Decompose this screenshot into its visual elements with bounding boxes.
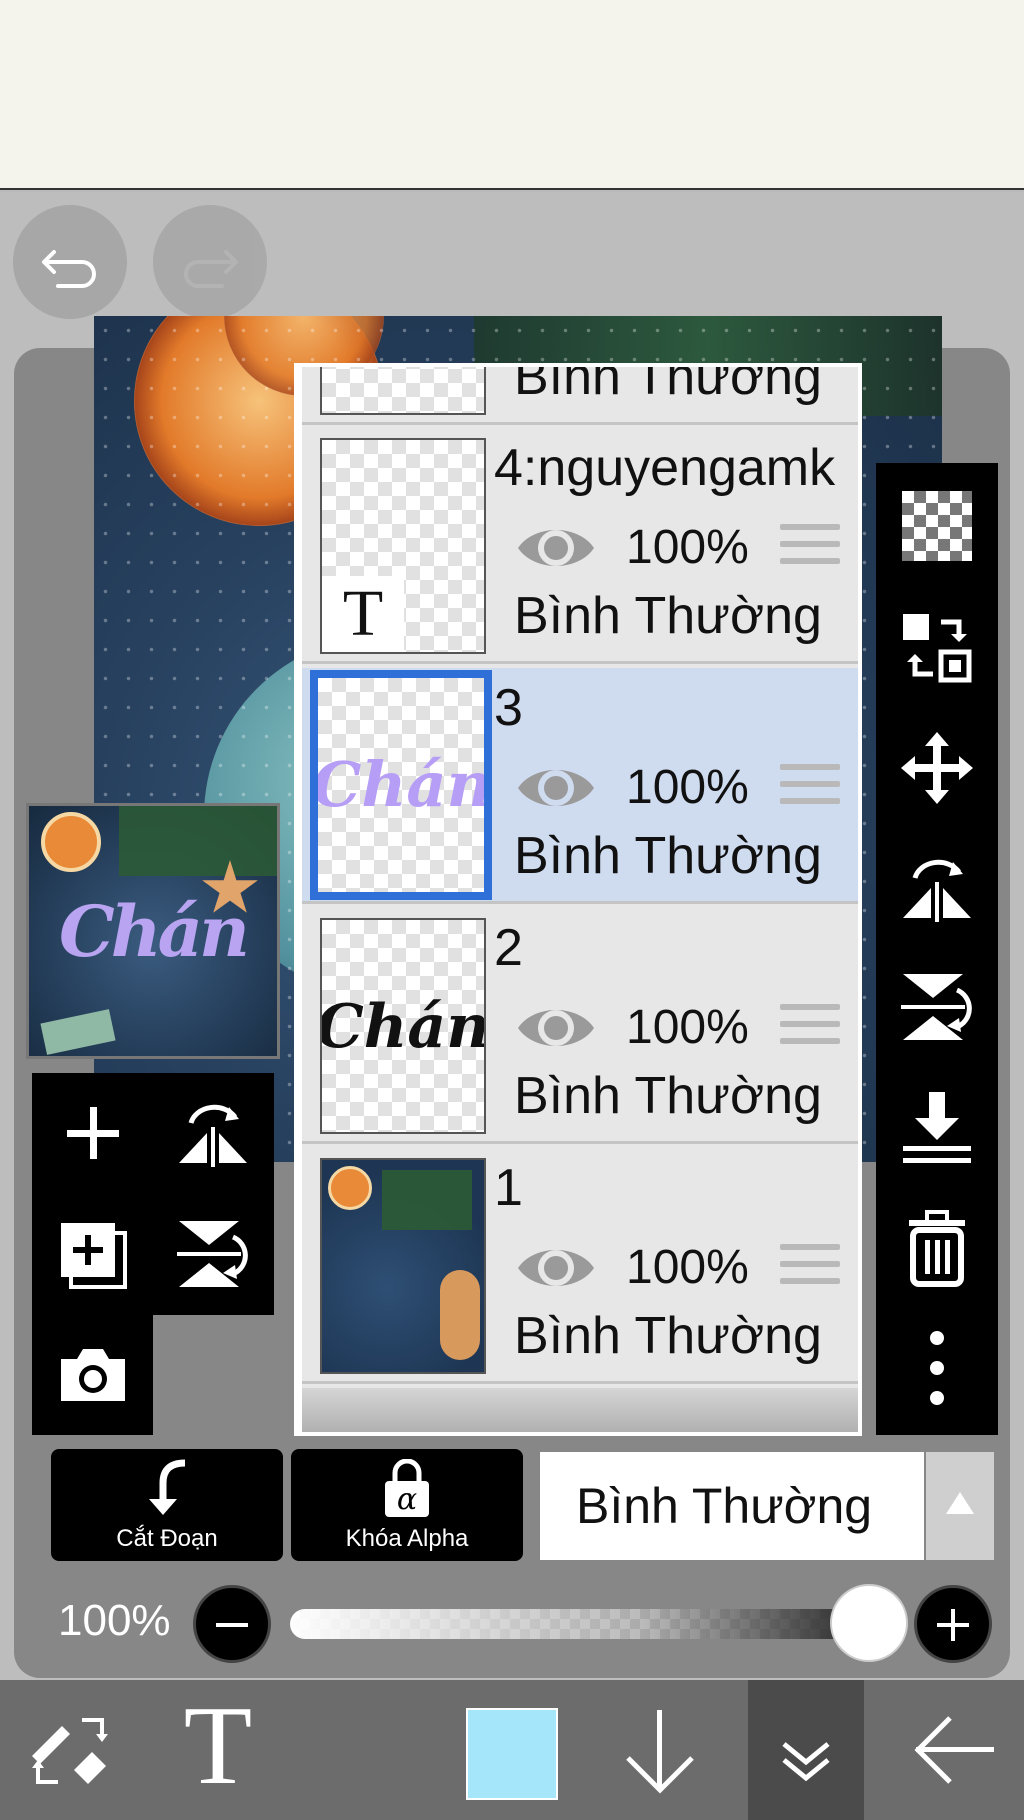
canvas-preview: Chán (26, 803, 280, 1059)
eye-icon[interactable] (514, 1240, 598, 1296)
triangle-up-icon (946, 1492, 974, 1514)
left-toolbar-camera (32, 1315, 153, 1435)
layer-opacity: 100% (626, 1241, 749, 1294)
transparency-checker-icon[interactable] (902, 491, 972, 561)
eye-icon[interactable] (514, 1000, 598, 1056)
arrow-down-icon[interactable] (608, 1698, 712, 1802)
text-layer-icon: T (322, 576, 404, 652)
layer-opacity: 100% (626, 761, 749, 814)
layer-blend-mode: Bình Thường (514, 363, 822, 406)
drag-handle-icon[interactable] (780, 764, 840, 812)
layer-row[interactable]: Bình Thường (302, 363, 858, 425)
back-arrow-icon[interactable] (900, 1698, 1004, 1802)
layer-blend-mode: Bình Thường (514, 1307, 822, 1365)
layers-menu-icon[interactable] (754, 1698, 858, 1802)
layer-row-selected[interactable]: Chán 3 100% Bình Thường (302, 668, 858, 904)
layer-thumbnail: Chán (310, 670, 492, 900)
thumb-script-text: Chán (312, 748, 492, 821)
layer-thumbnail (320, 1158, 486, 1374)
layer-thumbnail: Chán (320, 918, 486, 1134)
layer-thumbnail (320, 367, 486, 415)
layer-blend-mode: Bình Thường (514, 587, 822, 645)
layer-swap-icon[interactable] (897, 608, 977, 688)
flip-layer-vertical-icon[interactable] (173, 1215, 253, 1295)
opacity-slider-handle[interactable] (830, 1584, 908, 1662)
layer-row[interactable]: T 4:nguyengamk 100% Bình Thường (302, 428, 858, 664)
layer-list[interactable]: Bình Thường T 4:nguyengamk 100% Bình Thư… (294, 363, 862, 1436)
brush-eraser-icon[interactable] (18, 1698, 122, 1802)
lock-icon: α (385, 1459, 429, 1517)
undo-icon (42, 250, 96, 288)
redo-button[interactable] (153, 205, 267, 319)
layer-name: 2 (494, 919, 523, 977)
thumb-script-text: Chán (320, 992, 486, 1062)
layer-thumbnail: T (320, 438, 486, 654)
layer-row[interactable]: Chán 2 100% Bình Thường (302, 908, 858, 1144)
flip-layer-horizontal-icon[interactable] (173, 1093, 253, 1173)
layer-opacity: 100% (626, 521, 749, 574)
flip-horizontal-icon[interactable] (897, 848, 977, 928)
preview-script-text: Chán (59, 890, 250, 973)
right-toolbar (876, 463, 998, 1435)
opacity-decrease-button[interactable] (193, 1585, 271, 1663)
eye-icon[interactable] (514, 760, 598, 816)
duplicate-layer-icon[interactable] (53, 1215, 133, 1295)
layer-row[interactable]: 1 100% Bình Thường (302, 1148, 858, 1384)
drag-handle-icon[interactable] (780, 1004, 840, 1052)
trash-icon[interactable] (897, 1208, 977, 1288)
add-layer-icon[interactable] (53, 1093, 133, 1173)
bottom-toolbar: T (0, 1680, 1024, 1820)
clipping-label: Cắt Đoạn (116, 1525, 218, 1552)
eye-icon[interactable] (514, 520, 598, 576)
redo-icon (184, 250, 238, 288)
blend-mode-select[interactable]: Bình Thường (540, 1452, 924, 1560)
opacity-slider[interactable] (290, 1609, 876, 1639)
clipping-button[interactable]: Cắt Đoạn (51, 1449, 283, 1561)
drag-handle-icon[interactable] (780, 1244, 840, 1292)
text-tool-button[interactable]: T (166, 1690, 270, 1802)
layer-blend-mode: Bình Thường (514, 827, 822, 885)
layer-opacity: 100% (626, 1001, 749, 1054)
document-top-area (0, 0, 1024, 190)
more-options-icon[interactable] (897, 1328, 977, 1408)
alpha-lock-label: Khóa Alpha (345, 1525, 469, 1552)
drag-handle-icon[interactable] (780, 524, 840, 572)
layer-name: 4:nguyengamk (494, 439, 836, 497)
camera-icon[interactable] (53, 1335, 133, 1415)
left-toolbar (32, 1073, 274, 1315)
color-swatch[interactable] (466, 1708, 558, 1800)
flip-vertical-icon[interactable] (897, 968, 977, 1048)
move-icon[interactable] (897, 728, 977, 808)
layer-name: 1 (494, 1159, 523, 1217)
clipping-arrow-icon (149, 1459, 186, 1515)
layer-list-scroll-footer (302, 1388, 858, 1432)
alpha-lock-button[interactable]: α Khóa Alpha (291, 1449, 523, 1561)
opacity-label: 100% (58, 1596, 171, 1645)
merge-down-icon[interactable] (897, 1088, 977, 1168)
undo-button[interactable] (13, 205, 127, 319)
opacity-increase-button[interactable] (914, 1585, 992, 1663)
alpha-glyph: α (397, 1482, 417, 1517)
layer-name: 3 (494, 679, 523, 737)
layer-blend-mode: Bình Thường (514, 1067, 822, 1125)
blend-mode-dropdown-button[interactable] (926, 1452, 994, 1560)
